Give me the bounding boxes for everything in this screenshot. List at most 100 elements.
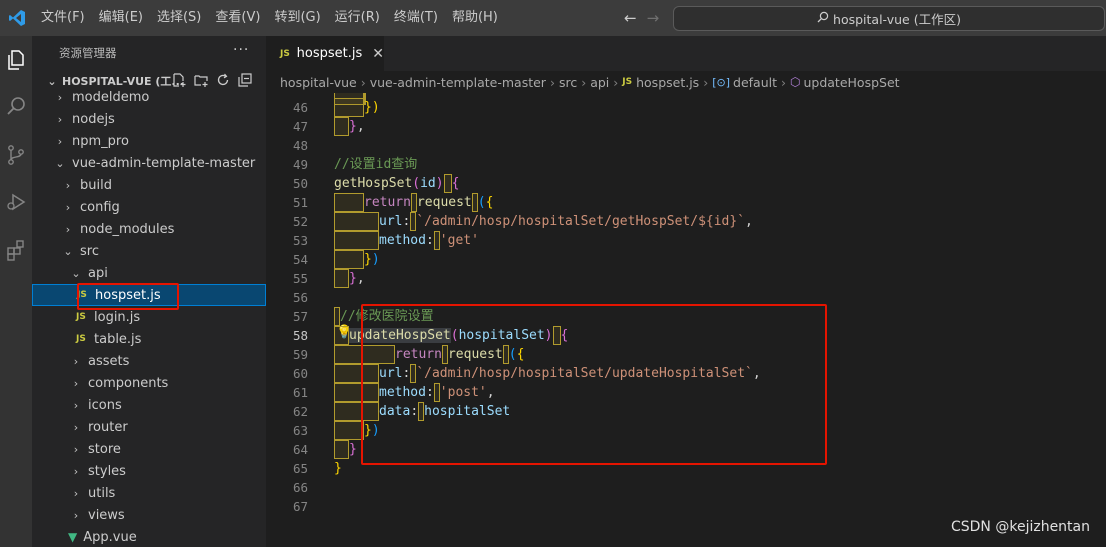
- code-line: },: [334, 269, 365, 288]
- comment: //设置id查询: [334, 157, 418, 172]
- back-arrow-icon[interactable]: ←: [624, 9, 637, 27]
- chevron-right-icon: ›: [613, 74, 619, 90]
- tree-item[interactable]: › components: [32, 372, 266, 394]
- line-number: 46: [292, 100, 308, 115]
- tree-item[interactable]: › icons: [32, 394, 266, 416]
- forward-arrow-icon[interactable]: →: [647, 9, 660, 27]
- breadcrumb-item[interactable]: hospset.js: [636, 75, 699, 90]
- search-view-icon[interactable]: [0, 86, 32, 126]
- code-line: method:'get': [334, 231, 479, 250]
- tree-item[interactable]: › node_modules: [32, 218, 266, 240]
- tree-item-label: nodejs: [72, 111, 115, 127]
- menu-go[interactable]: 转到(G): [267, 0, 327, 36]
- line-number: 47: [292, 119, 308, 134]
- tree-item-label: App.vue: [83, 529, 137, 545]
- source-control-icon[interactable]: [0, 135, 32, 175]
- line-number: 63: [292, 423, 308, 438]
- breadcrumb: hospital-vue › vue-admin-template-master…: [266, 71, 1106, 93]
- code-line: }): [334, 98, 380, 117]
- chevron-right-icon: ›: [65, 222, 71, 236]
- line-number: 59: [292, 347, 308, 362]
- tree-item[interactable]: ▼ App.vue: [32, 526, 266, 547]
- menu-help[interactable]: 帮助(H): [445, 0, 505, 36]
- parameter: id: [420, 176, 436, 191]
- tree-item-label: node_modules: [80, 221, 175, 237]
- function-name: getHospSet: [334, 176, 413, 191]
- line-number: 61: [292, 385, 308, 400]
- tree-item[interactable]: › store: [32, 438, 266, 460]
- function-name: request: [416, 195, 472, 210]
- breadcrumb-item[interactable]: updateHospSet: [803, 75, 899, 90]
- line-number: 50: [292, 176, 308, 191]
- menu-terminal[interactable]: 终端(T): [387, 0, 445, 36]
- tree-item[interactable]: › build: [32, 174, 266, 196]
- tree-item-label: views: [88, 507, 125, 523]
- command-center-search[interactable]: hospital-vue (工作区): [673, 6, 1105, 31]
- variable-icon: [⊙]: [712, 75, 731, 89]
- explorer-icon[interactable]: [0, 40, 32, 80]
- tab-hospset-js[interactable]: JS hospset.js ✕: [266, 36, 384, 71]
- code-line: }: [334, 440, 357, 459]
- line-number: 65: [292, 461, 308, 476]
- chevron-right-icon: ›: [73, 354, 79, 368]
- tree-item-label: components: [88, 375, 169, 391]
- line-number: 48: [292, 138, 308, 153]
- menu-edit[interactable]: 编辑(E): [92, 0, 150, 36]
- tree-item[interactable]: › npm_pro: [32, 130, 266, 152]
- tree-item-label: icons: [88, 397, 122, 413]
- line-number: 66: [292, 480, 308, 495]
- chevron-right-icon: ›: [703, 74, 709, 90]
- chevron-right-icon: ›: [581, 74, 587, 90]
- tree-item[interactable]: ⌄ src: [32, 240, 266, 262]
- tree-item[interactable]: ⌄ vue-admin-template-master: [32, 152, 266, 174]
- tree-item[interactable]: › router: [32, 416, 266, 438]
- navigation-arrows: ← →: [624, 0, 659, 36]
- breadcrumb-item[interactable]: src: [559, 75, 577, 90]
- tree-item[interactable]: JS table.js: [32, 328, 266, 350]
- chevron-right-icon: ›: [73, 398, 79, 412]
- search-icon: [817, 11, 829, 26]
- tree-item[interactable]: › nodejs: [32, 108, 266, 130]
- close-icon[interactable]: ✕: [372, 46, 384, 62]
- tree-item[interactable]: › utils: [32, 482, 266, 504]
- line-number: 51: [292, 195, 308, 210]
- tree-item-label: router: [88, 419, 128, 435]
- extensions-icon[interactable]: [0, 230, 32, 270]
- breadcrumb-item[interactable]: hospital-vue: [280, 75, 357, 90]
- tree-item-label: npm_pro: [72, 133, 129, 149]
- code-line: url: `/admin/hosp/hospitalSet/getHospSet/…: [334, 212, 753, 231]
- menu-view[interactable]: 查看(V): [208, 0, 267, 36]
- code-line: }: [334, 461, 342, 476]
- tree-item[interactable]: › modeldemo: [32, 86, 266, 108]
- more-actions-icon[interactable]: ···: [233, 42, 249, 58]
- menu-run[interactable]: 运行(R): [328, 0, 387, 36]
- chevron-right-icon: ›: [73, 442, 79, 456]
- chevron-right-icon: ›: [57, 134, 63, 148]
- code-line: //设置id查询: [334, 155, 417, 174]
- line-number: 67: [292, 499, 308, 514]
- tree-item[interactable]: › styles: [32, 460, 266, 482]
- property: method: [379, 233, 426, 248]
- breadcrumb-item[interactable]: default: [733, 75, 777, 90]
- explorer-title: 资源管理器: [59, 46, 117, 60]
- tree-item[interactable]: ⌄ api: [32, 262, 266, 284]
- string-literal: 'get': [439, 233, 479, 248]
- tree-item[interactable]: › assets: [32, 350, 266, 372]
- tree-item[interactable]: › views: [32, 504, 266, 526]
- code-line: },: [334, 117, 365, 136]
- tree-item[interactable]: › config: [32, 196, 266, 218]
- breadcrumb-item[interactable]: vue-admin-template-master: [370, 75, 546, 90]
- code-line: getHospSet(id){: [334, 174, 460, 193]
- line-number: 52: [292, 214, 308, 229]
- tree-item-label: config: [80, 199, 120, 215]
- chevron-right-icon: ›: [549, 74, 555, 90]
- breadcrumb-item[interactable]: api: [590, 75, 609, 90]
- menu-file[interactable]: 文件(F): [34, 0, 92, 36]
- run-debug-icon[interactable]: [0, 182, 32, 222]
- tree-item-label: api: [88, 265, 108, 281]
- line-number: 53: [292, 233, 308, 248]
- code-line: return request({: [334, 193, 493, 212]
- menu-selection[interactable]: 选择(S): [150, 0, 208, 36]
- chevron-right-icon: ›: [360, 74, 366, 90]
- chevron-down-icon: ⌄: [55, 156, 65, 170]
